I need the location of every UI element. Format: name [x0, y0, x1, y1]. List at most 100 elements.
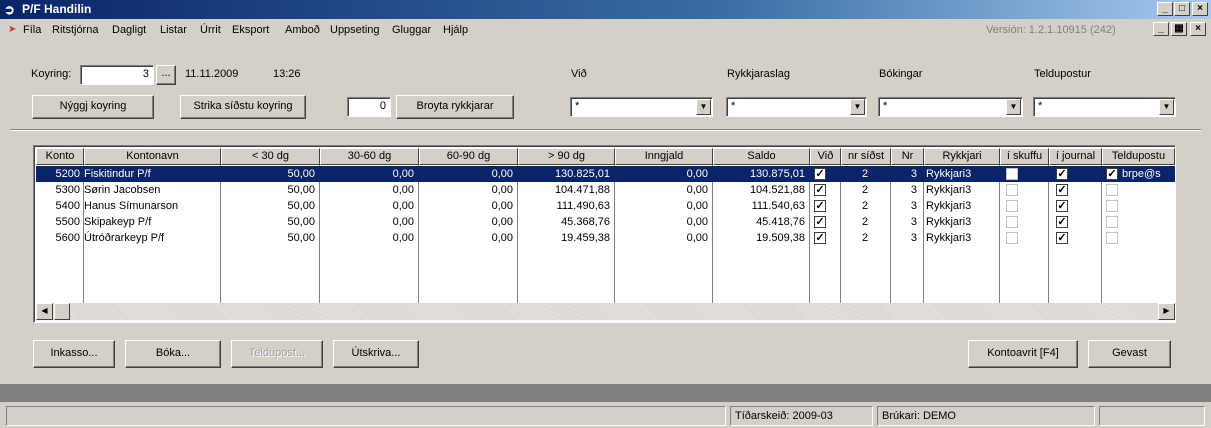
column-header-lt30[interactable]: < 30 dg: [221, 148, 320, 165]
column-header-i-journal[interactable]: í journal: [1049, 148, 1102, 165]
boka-button[interactable]: Bóka...: [125, 340, 221, 368]
cell-nr-sidst: 2: [861, 200, 869, 212]
vid-checkbox[interactable]: ✓: [814, 216, 826, 228]
koyring-input[interactable]: 3: [80, 65, 154, 85]
column-header-teldupostur[interactable]: Teldupostu: [1102, 148, 1175, 165]
accounts-grid[interactable]: Konto Kontonavn < 30 dg 30-60 dg 60-90 d…: [33, 145, 1176, 323]
chevron-down-icon[interactable]: ▼: [696, 99, 711, 115]
vid-checkbox[interactable]: ✓: [814, 168, 826, 180]
i-skuffu-checkbox[interactable]: [1006, 168, 1018, 180]
cell-nr: 3: [910, 184, 917, 196]
column-header-60-90[interactable]: 60-90 dg: [419, 148, 518, 165]
close-button[interactable]: ×: [1192, 2, 1208, 16]
teldupostur-checkbox[interactable]: ✓: [1106, 168, 1118, 180]
version-label: Versión: 1.2.1.10915 (242): [986, 24, 1116, 36]
column-header-i-skuffu[interactable]: í skuffu: [1000, 148, 1049, 165]
cell-30-60: 0,00: [392, 168, 414, 180]
i-journal-checkbox[interactable]: ✓: [1056, 200, 1068, 212]
table-row[interactable]: 5400 Hanus Símunarson 50,00 0,00 0,00 111.490…: [36, 198, 1175, 214]
cell-gt90: 130.825,01: [554, 168, 610, 180]
i-skuffu-checkbox[interactable]: [1006, 184, 1018, 196]
menu-hjalp[interactable]: Hjálp: [443, 24, 468, 36]
maximize-button[interactable]: □: [1174, 2, 1190, 16]
menu-listar[interactable]: Listar: [160, 24, 187, 36]
menu-gluggar[interactable]: Gluggar: [392, 24, 431, 36]
cell-60-90: 0,00: [491, 216, 513, 228]
title-bar[interactable]: ➲ P/F Handilin _ □ ×: [0, 0, 1211, 19]
mdi-close-button[interactable]: ×: [1190, 22, 1206, 36]
teldupostur-checkbox[interactable]: [1106, 200, 1118, 212]
column-header-kontonavn[interactable]: Kontonavn: [84, 148, 221, 165]
scroll-left-icon[interactable]: ◀: [36, 303, 53, 320]
column-header-inngjald[interactable]: Inngjald: [615, 148, 713, 165]
column-header-rykkjari[interactable]: Rykkjari: [924, 148, 1000, 165]
bokingar-filter-select[interactable]: * ▼: [878, 97, 1023, 117]
vid-filter-value: *: [575, 100, 580, 112]
i-skuffu-checkbox[interactable]: [1006, 200, 1018, 212]
teldupostur-checkbox[interactable]: [1106, 216, 1118, 228]
teldupost-button[interactable]: Teldupost...: [231, 340, 323, 368]
vid-checkbox[interactable]: ✓: [814, 200, 826, 212]
i-journal-checkbox[interactable]: ✓: [1056, 232, 1068, 244]
table-row[interactable]: 5200 Fiskitindur P/f 50,00 0,00 0,00 130.825,…: [36, 166, 1175, 182]
teldupostur-filter-select[interactable]: * ▼: [1033, 97, 1176, 117]
i-journal-checkbox[interactable]: ✓: [1056, 168, 1068, 180]
menu-ambod[interactable]: Amboð: [285, 24, 320, 36]
menu-urrit[interactable]: Úrrit: [200, 24, 221, 36]
koyring-lookup-button[interactable]: ...: [156, 65, 176, 85]
cell-kontonavn: Hanus Símunarson: [84, 200, 179, 212]
cell-60-90: 0,00: [491, 232, 513, 244]
menu-ritstjorna[interactable]: Ritstjórna: [52, 24, 98, 36]
column-header-nr[interactable]: Nr: [891, 148, 924, 165]
new-run-button[interactable]: Nýggj koyring: [32, 95, 154, 119]
gevast-button[interactable]: Gevast: [1088, 340, 1171, 368]
column-header-gt90[interactable]: > 90 dg: [518, 148, 615, 165]
column-header-vid[interactable]: Við: [810, 148, 841, 165]
scroll-thumb[interactable]: [54, 303, 70, 320]
chevron-down-icon[interactable]: ▼: [850, 99, 865, 115]
minimize-button[interactable]: _: [1157, 2, 1173, 16]
delete-last-run-button[interactable]: Strika síðstu koyring: [180, 95, 306, 119]
scroll-right-icon[interactable]: ▶: [1158, 303, 1175, 320]
utskriva-button[interactable]: Útskriva...: [333, 340, 419, 368]
vid-filter-select[interactable]: * ▼: [570, 97, 713, 117]
chevron-down-icon[interactable]: ▼: [1159, 99, 1174, 115]
inkasso-button[interactable]: Inkasso...: [33, 340, 115, 368]
mdi-minimize-button[interactable]: _: [1153, 22, 1169, 36]
cell-nr-sidst: 2: [861, 168, 869, 180]
menu-fila[interactable]: Fíla: [23, 24, 41, 36]
table-row[interactable]: 5500 Skipakeyp P/f 50,00 0,00 0,00 45.368,76 0…: [36, 214, 1175, 230]
cell-konto: 5600: [55, 232, 80, 244]
menu-eksport[interactable]: Eksport: [232, 24, 269, 36]
mdi-child-icon[interactable]: ➤: [8, 24, 16, 35]
teldupostur-checkbox[interactable]: [1106, 232, 1118, 244]
i-journal-checkbox[interactable]: ✓: [1056, 184, 1068, 196]
menu-dagligt[interactable]: Dagligt: [112, 24, 146, 36]
teldupostur-checkbox[interactable]: [1106, 184, 1118, 196]
i-skuffu-checkbox[interactable]: [1006, 216, 1018, 228]
vid-checkbox[interactable]: ✓: [814, 232, 826, 244]
cell-lt30: 50,00: [287, 232, 315, 244]
change-reminders-button[interactable]: Broyta rykkjarar: [396, 95, 514, 119]
counter-input[interactable]: 0: [347, 97, 391, 117]
i-journal-checkbox[interactable]: ✓: [1056, 216, 1068, 228]
chevron-down-icon[interactable]: ▼: [1006, 99, 1021, 115]
cell-kontonavn: Fiskitindur P/f: [84, 168, 151, 180]
rykkjaraslag-filter-select[interactable]: * ▼: [726, 97, 867, 117]
i-skuffu-checkbox[interactable]: [1006, 232, 1018, 244]
separator: [10, 129, 1201, 131]
cell-60-90: 0,00: [491, 200, 513, 212]
cell-inngjald: 0,00: [686, 200, 708, 212]
horizontal-scrollbar[interactable]: ◀ ▶: [36, 303, 1175, 320]
table-row[interactable]: 5300 Sørin Jacobsen 50,00 0,00 0,00 104.471,8…: [36, 182, 1175, 198]
column-header-konto[interactable]: Konto: [36, 148, 84, 165]
column-header-30-60[interactable]: 30-60 dg: [320, 148, 419, 165]
column-header-saldo[interactable]: Saldo: [713, 148, 810, 165]
cell-gt90: 104.471,88: [554, 184, 610, 196]
vid-checkbox[interactable]: ✓: [814, 184, 826, 196]
table-row[interactable]: 5600 Útróðrarkeyp P/f 50,00 0,00 0,00 19.459,…: [36, 230, 1175, 246]
menu-uppseting[interactable]: Uppseting: [330, 24, 380, 36]
column-header-nr-sidst[interactable]: nr síðst: [841, 148, 891, 165]
mdi-restore-button[interactable]: ▦: [1171, 22, 1187, 36]
kontoavrit-button[interactable]: Kontoavrit [F4]: [968, 340, 1078, 368]
